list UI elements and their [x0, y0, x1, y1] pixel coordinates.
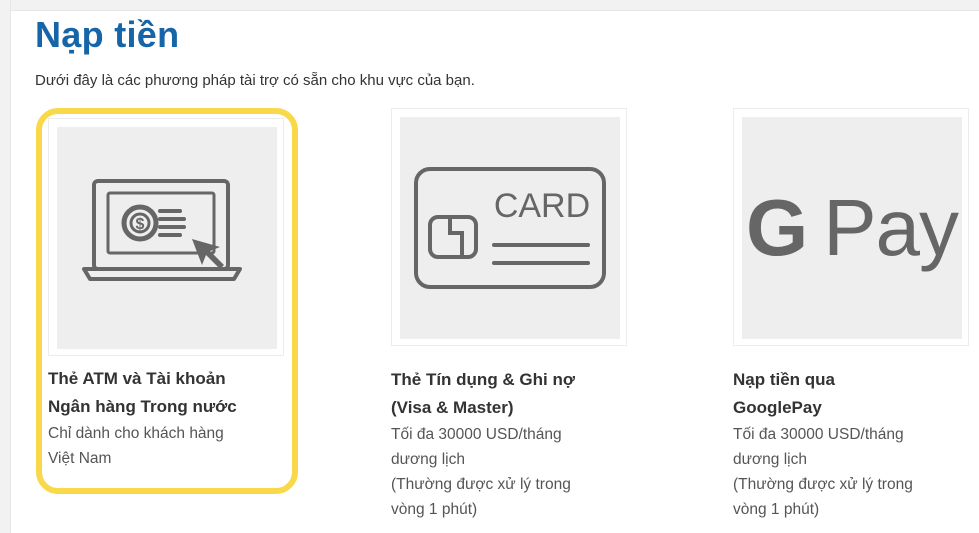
method-name-line: (Visa & Master) — [391, 398, 514, 417]
desc-line: (Thường được xử lý trong — [733, 476, 913, 493]
desc-line: dương lịch — [733, 451, 807, 468]
desc-line: vòng 1 phút) — [391, 501, 478, 518]
gpay-pay-word: Pay — [823, 183, 959, 272]
method-description: Tối đa 30000 USD/tháng dương lịch (Thườn… — [391, 422, 641, 522]
selected-method-highlight — [36, 108, 298, 494]
method-name-line: Nạp tiền qua — [733, 370, 836, 389]
method-name: Nạp tiền qua GooglePay — [733, 366, 979, 422]
page-title: Nạp tiền — [35, 14, 180, 55]
method-name: Thẻ Tín dụng & Ghi nợ (Visa & Master) — [391, 366, 641, 422]
method-description: Tối đa 30000 USD/tháng dương lịch (Thườn… — [733, 422, 979, 522]
gpay-g-letter: G — [745, 183, 808, 272]
google-pay-icon: G Pay — [745, 182, 959, 274]
desc-line: dương lịch — [391, 451, 465, 468]
desc-line: Tối đa 30000 USD/tháng — [391, 426, 562, 443]
method-thumbnail[interactable]: G Pay — [733, 108, 969, 346]
window-top-edge — [0, 0, 979, 11]
credit-card-icon: CARD — [414, 167, 606, 289]
window-left-edge — [0, 0, 11, 533]
method-name-line: GooglePay — [733, 398, 822, 417]
desc-line: vòng 1 phút) — [733, 501, 820, 518]
method-name-line: Thẻ Tín dụng & Ghi nợ — [391, 370, 575, 389]
desc-line: Tối đa 30000 USD/tháng — [733, 426, 904, 443]
desc-line: (Thường được xử lý trong — [391, 476, 571, 493]
method-thumbnail[interactable]: CARD — [391, 108, 627, 346]
page-subtitle: Dưới đây là các phương pháp tài trợ có s… — [35, 72, 475, 89]
card-label-text: CARD — [494, 187, 590, 225]
